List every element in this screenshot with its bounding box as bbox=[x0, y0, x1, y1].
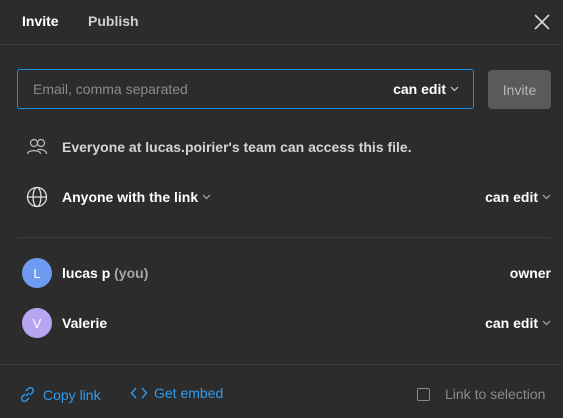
share-dialog: Invite Publish can edit Invite Everyone … bbox=[0, 0, 563, 417]
member-role-label: can edit bbox=[485, 315, 538, 331]
copy-link-button[interactable]: Copy link bbox=[18, 385, 101, 404]
member-name-container: lucas p (you) bbox=[62, 265, 148, 281]
link-permission-label: can edit bbox=[485, 189, 538, 205]
email-field-container: can edit bbox=[17, 69, 474, 109]
link-permission-select[interactable]: can edit bbox=[485, 189, 551, 205]
close-icon bbox=[534, 14, 550, 30]
dialog-header: Invite Publish bbox=[0, 0, 563, 45]
chevron-down-icon bbox=[542, 194, 551, 200]
globe-icon bbox=[26, 186, 48, 208]
link-to-selection-label[interactable]: Link to selection bbox=[445, 386, 545, 402]
get-embed-button[interactable]: Get embed bbox=[130, 385, 223, 401]
tab-publish[interactable]: Publish bbox=[88, 13, 139, 29]
close-button[interactable] bbox=[529, 9, 555, 35]
link-icon bbox=[20, 386, 35, 403]
member-role-select[interactable]: can edit bbox=[485, 315, 551, 331]
chevron-down-icon bbox=[202, 194, 211, 200]
member-role: owner bbox=[509, 265, 551, 281]
copy-link-label: Copy link bbox=[43, 386, 101, 403]
email-input[interactable] bbox=[33, 70, 373, 107]
member-name: Valerie bbox=[62, 315, 108, 331]
link-scope-select[interactable]: Anyone with the link bbox=[62, 189, 211, 205]
member-name: lucas p bbox=[62, 265, 111, 281]
dialog-footer: Copy link Get embed Link to selection bbox=[0, 364, 563, 418]
code-icon bbox=[130, 387, 148, 399]
link-scope-label: Anyone with the link bbox=[62, 189, 199, 205]
member-row: V Valerie can edit bbox=[0, 308, 563, 338]
invite-permission-label: can edit bbox=[393, 81, 446, 97]
avatar: V bbox=[22, 308, 52, 338]
member-you-label: (you) bbox=[114, 265, 149, 281]
link-to-selection-checkbox[interactable] bbox=[417, 388, 430, 401]
invite-row: can edit Invite bbox=[17, 69, 551, 111]
invite-button[interactable]: Invite bbox=[488, 70, 551, 109]
team-icon bbox=[26, 138, 48, 155]
avatar: L bbox=[22, 258, 52, 288]
team-access-text: Everyone at lucas.poirier's team can acc… bbox=[62, 139, 412, 155]
tab-invite[interactable]: Invite bbox=[22, 13, 59, 29]
chevron-down-icon bbox=[450, 86, 459, 92]
chevron-down-icon bbox=[542, 320, 551, 326]
link-access-row: Anyone with the link can edit bbox=[0, 185, 563, 211]
get-embed-label: Get embed bbox=[154, 385, 224, 401]
team-access-row: Everyone at lucas.poirier's team can acc… bbox=[0, 135, 563, 161]
member-row: L lucas p (you) owner bbox=[0, 258, 563, 288]
divider bbox=[17, 237, 551, 238]
invite-permission-select[interactable]: can edit bbox=[393, 81, 459, 97]
